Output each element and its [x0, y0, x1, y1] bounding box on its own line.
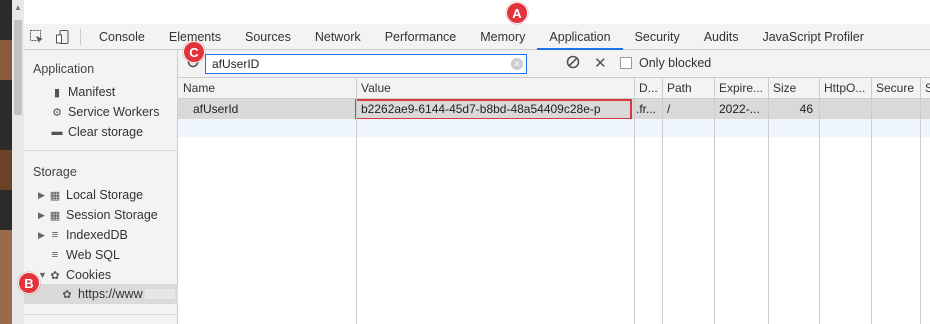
grid-icon: ▦	[49, 189, 61, 202]
tab-security[interactable]: Security	[623, 24, 692, 50]
sidebar-section-application: Application	[33, 62, 95, 76]
sidebar-item-local-storage[interactable]: ▶ ▦ Local Storage	[38, 188, 143, 202]
collapse-arrow-icon[interactable]: ▼	[38, 270, 48, 280]
sidebar-item-web-sql[interactable]: ≡ Web SQL	[48, 248, 120, 262]
sidebar-item-session-storage[interactable]: ▶ ▦ Session Storage	[38, 208, 158, 222]
application-sidebar: Application ▮ Manifest ⚙ Service Workers ▬…	[24, 50, 178, 324]
toolbar-divider	[80, 28, 81, 45]
sidebar-item-cookies[interactable]: ▼ ✿ Cookies	[38, 268, 111, 282]
clear-filter-icon[interactable]: ✕	[511, 58, 523, 70]
expand-arrow-icon[interactable]: ▶	[38, 230, 48, 241]
expand-arrow-icon[interactable]: ▶	[38, 210, 48, 221]
sidebar-item-indexeddb[interactable]: ▶ ≡ IndexedDB	[38, 228, 128, 242]
sidebar-section-storage: Storage	[33, 165, 77, 179]
cell-size: 46	[799, 102, 813, 116]
page-image	[0, 230, 12, 324]
tab-performance[interactable]: Performance	[373, 24, 469, 50]
cookie-icon: ✿	[62, 288, 72, 301]
column-divider	[356, 78, 357, 324]
page-image	[0, 150, 12, 190]
column-header-samesite[interactable]: S	[920, 78, 930, 99]
table-row[interactable]: afUserId b2262ae9-6144-45d7-b8bd-48a5440…	[178, 99, 930, 120]
column-header-value[interactable]: Value	[356, 78, 634, 99]
cell-name: afUserId	[193, 102, 239, 116]
scroll-thumb[interactable]	[14, 20, 22, 115]
cell-path: /	[667, 102, 671, 116]
column-divider	[714, 78, 715, 324]
column-divider	[768, 78, 769, 324]
sidebar-divider	[24, 314, 178, 315]
inspect-icon[interactable]	[24, 24, 50, 50]
database-icon: ≡	[51, 229, 59, 241]
annotation-badge-c: C	[183, 41, 205, 63]
table-row-empty	[178, 119, 930, 137]
trash-icon: ▬	[51, 126, 63, 138]
cookie-filter-bar: ✕ ✕ Only blocked	[178, 50, 930, 78]
sidebar-item-clear-storage[interactable]: ▬ Clear storage	[50, 125, 144, 139]
device-toggle-icon[interactable]	[50, 24, 76, 50]
tab-sources[interactable]: Sources	[233, 24, 303, 50]
column-header-httponly[interactable]: HttpO...	[819, 78, 871, 99]
value-highlight-box	[355, 99, 632, 120]
annotation-badge-b: B	[18, 272, 40, 294]
column-header-expires[interactable]: Expire...	[714, 78, 768, 99]
tab-application[interactable]: Application	[537, 24, 623, 50]
column-header-secure[interactable]: Secure	[871, 78, 920, 99]
grid-icon: ▦	[49, 209, 61, 222]
sidebar-item-cookie-origin[interactable]: ✿ https://www	[60, 287, 175, 301]
only-blocked-checkbox[interactable]	[620, 57, 632, 69]
column-divider	[920, 78, 921, 324]
expand-arrow-icon[interactable]: ▶	[38, 190, 48, 201]
cookie-filter-input-box: ✕	[205, 54, 527, 74]
annotation-badge-a: A	[506, 2, 528, 24]
sidebar-item-service-workers[interactable]: ⚙ Service Workers	[50, 105, 159, 119]
block-icon[interactable]	[566, 55, 580, 72]
tab-console[interactable]: Console	[87, 24, 157, 50]
tab-audits[interactable]: Audits	[692, 24, 751, 50]
redacted-text	[144, 289, 175, 299]
column-header-name[interactable]: Name	[178, 78, 356, 99]
cookies-table: Name Value D... Path Expire... Size Http…	[178, 78, 930, 324]
column-header-size[interactable]: Size	[768, 78, 819, 99]
column-header-path[interactable]: Path	[662, 78, 714, 99]
tab-network[interactable]: Network	[303, 24, 373, 50]
page-image	[0, 40, 12, 80]
column-header-domain[interactable]: D...	[634, 78, 662, 99]
database-icon: ≡	[51, 249, 59, 261]
tab-javascript-profiler[interactable]: JavaScript Profiler	[750, 24, 875, 50]
table-header: Name Value D... Path Expire... Size Http…	[178, 78, 930, 99]
top-gap	[24, 0, 930, 24]
manifest-icon: ▮	[53, 86, 61, 99]
cookie-icon: ✿	[50, 269, 60, 282]
sidebar-divider	[24, 150, 178, 151]
cookie-filter-input[interactable]	[206, 55, 496, 73]
column-divider	[819, 78, 820, 324]
cell-domain: .fr...	[636, 102, 657, 116]
column-divider	[662, 78, 663, 324]
column-divider	[634, 78, 635, 324]
only-blocked-label: Only blocked	[639, 56, 712, 70]
cell-expires: 2022-...	[719, 102, 760, 116]
column-divider	[871, 78, 872, 324]
devtools-tabbar: Console Elements Sources Network Perform…	[24, 24, 930, 50]
close-icon[interactable]: ✕	[594, 54, 607, 72]
scroll-up-arrow-icon[interactable]: ▲	[14, 3, 22, 12]
tab-memory[interactable]: Memory	[468, 24, 537, 50]
gear-icon: ⚙	[52, 106, 62, 119]
sidebar-item-manifest[interactable]: ▮ Manifest	[50, 85, 115, 99]
